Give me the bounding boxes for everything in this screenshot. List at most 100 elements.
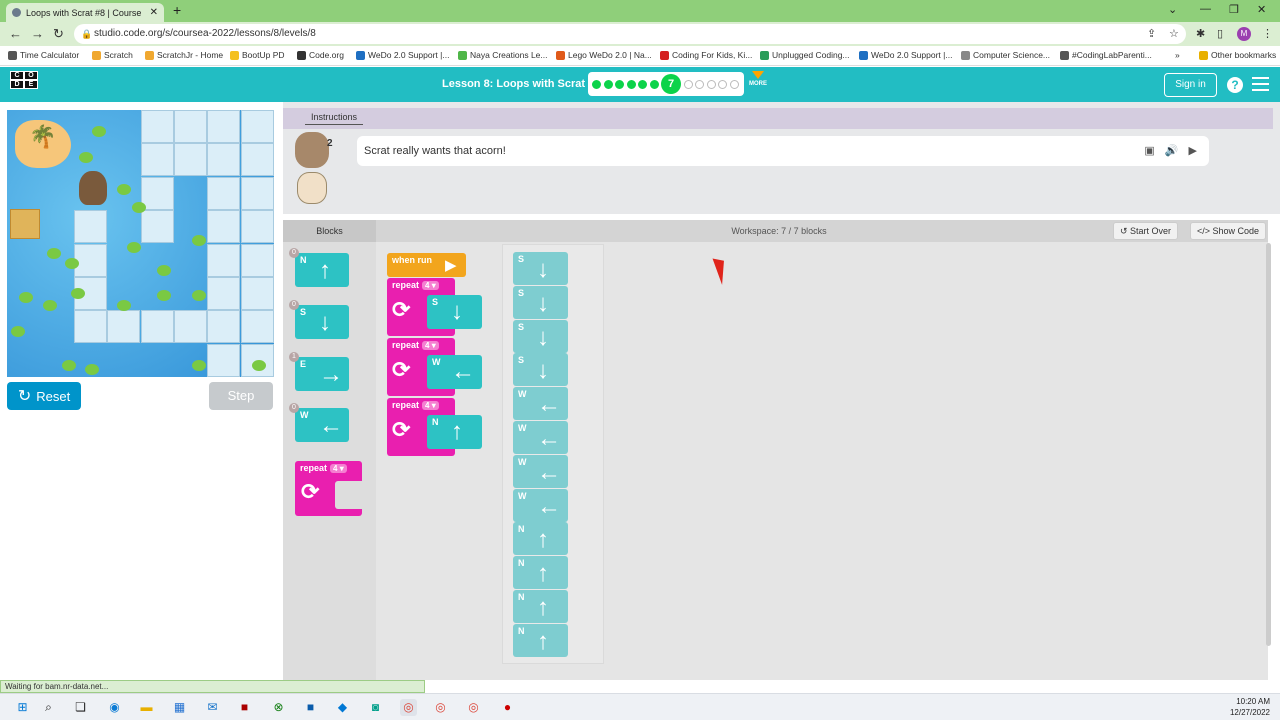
hamburger-menu-icon[interactable] xyxy=(1252,77,1269,91)
level-dot[interactable] xyxy=(718,79,727,89)
strip-move-block-w[interactable]: W ← xyxy=(513,421,568,454)
bookmark-item[interactable]: WeDo 2.0 Support |... xyxy=(859,50,952,60)
tab-instructions[interactable]: Instructions xyxy=(305,112,364,125)
back-icon[interactable]: ← xyxy=(9,26,22,41)
toolbox-move-block-w[interactable]: W ← xyxy=(295,408,349,442)
hint-count[interactable]: 2 xyxy=(327,138,333,149)
bookmark-item[interactable]: ScratchJr - Home xyxy=(145,50,223,60)
bookmark-item[interactable]: Lego WeDo 2.0 | Na... xyxy=(556,50,652,60)
start-over-button[interactable]: ↺ Start Over xyxy=(1113,222,1179,240)
bookmark-item[interactable]: #CodingLabParenti... xyxy=(1060,50,1152,60)
minimize-icon[interactable]: — xyxy=(1200,3,1211,15)
forward-icon[interactable]: → xyxy=(31,26,44,41)
profile-avatar[interactable]: M xyxy=(1237,27,1251,41)
bookmark-item[interactable]: Scratch xyxy=(92,50,133,60)
close-tab-icon[interactable]: ✕ xyxy=(150,7,158,18)
other-bookmarks[interactable]: Other bookmarks xyxy=(1199,50,1276,60)
sidebar-icon[interactable]: ▯ xyxy=(1217,27,1223,40)
code-org-logo[interactable]: C O D E xyxy=(10,71,38,99)
help-icon[interactable]: ? xyxy=(1227,77,1243,93)
repeat-count-dropdown[interactable]: 4 ▾ xyxy=(422,401,439,410)
app-icon[interactable]: ◆ xyxy=(334,699,351,716)
close-window-icon[interactable]: ✕ xyxy=(1257,3,1266,16)
level-dot[interactable] xyxy=(695,79,704,89)
reload-icon[interactable]: ↻ xyxy=(53,26,64,42)
extensions-icon[interactable]: ✱ xyxy=(1196,27,1205,40)
when-run-block[interactable]: when run ▶ xyxy=(387,253,466,277)
level-dot[interactable] xyxy=(592,79,601,89)
play-icon[interactable]: ▶ xyxy=(1189,136,1197,166)
url-input[interactable]: 🔒 studio.code.org/s/coursea-2022/lessons… xyxy=(74,24,1186,44)
chrome-icon[interactable]: ◎ xyxy=(465,699,482,716)
app-icon[interactable]: ◙ xyxy=(367,699,384,716)
show-code-button[interactable]: </> Show Code xyxy=(1190,222,1267,240)
bookmark-item[interactable]: Coding For Kids, Ki... xyxy=(660,50,752,60)
move-block-s[interactable]: S ↓ xyxy=(427,295,482,329)
repeat-count-dropdown[interactable]: 4 ▾ xyxy=(422,341,439,350)
app-icon[interactable]: ■ xyxy=(236,699,253,716)
bookmark-item[interactable]: WeDo 2.0 Support |... xyxy=(356,50,449,60)
toolbox-repeat-block[interactable]: repeat 4 ▾ ⟳ xyxy=(295,461,362,516)
bookmark-item[interactable]: Time Calculator xyxy=(8,50,79,60)
search-icon[interactable]: ⌕ xyxy=(40,699,57,716)
maximize-icon[interactable]: ❐ xyxy=(1229,3,1239,16)
new-tab-icon[interactable]: + xyxy=(173,2,181,18)
toolbox-move-block-e[interactable]: E → xyxy=(295,357,349,391)
app-icon[interactable]: ● xyxy=(499,699,516,716)
strip-move-block-n[interactable]: N ↑ xyxy=(513,590,568,623)
star-icon[interactable]: ☆ xyxy=(1169,27,1179,40)
move-block-n[interactable]: N ↑ xyxy=(427,415,482,449)
level-dot[interactable] xyxy=(603,79,613,89)
level-dot[interactable] xyxy=(626,79,636,89)
share-icon[interactable]: ⇪ xyxy=(1147,27,1156,40)
reset-button[interactable]: ↻ Reset xyxy=(7,382,81,410)
strip-move-block-n[interactable]: N ↑ xyxy=(513,623,568,657)
start-icon[interactable]: ⊞ xyxy=(14,699,31,716)
mail-icon[interactable]: ✉ xyxy=(204,699,221,716)
step-button[interactable]: Step xyxy=(209,382,273,410)
bookmark-item[interactable]: Unplugged Coding... xyxy=(760,50,850,60)
bookmark-item[interactable]: Code.org xyxy=(297,50,344,60)
level-dot[interactable] xyxy=(683,79,693,89)
clock[interactable]: 10:20 AM 12/27/2022 xyxy=(1230,696,1270,718)
kebab-menu-icon[interactable]: ⋮ xyxy=(1262,27,1273,40)
lesson-title[interactable]: Lesson 8: Loops with Scrat xyxy=(442,78,585,90)
toolbox-move-block-s[interactable]: S ↓ xyxy=(295,305,349,339)
strip-move-block-n[interactable]: N ↑ xyxy=(513,522,568,556)
file-explorer-icon[interactable]: ▬ xyxy=(138,699,155,716)
strip-move-block-s[interactable]: S ↓ xyxy=(513,319,568,353)
task-view-icon[interactable]: ❏ xyxy=(72,699,89,716)
xbox-icon[interactable]: ⊗ xyxy=(270,699,287,716)
level-dot[interactable] xyxy=(729,79,739,89)
strip-move-block-n[interactable]: N ↑ xyxy=(513,556,568,590)
browser-tab[interactable]: Loops with Scrat #8 | Course ✕ xyxy=(6,3,164,22)
move-block-w[interactable]: W ← xyxy=(427,355,482,389)
chrome-icon[interactable]: ◎ xyxy=(400,699,417,716)
strip-move-block-w[interactable]: W ← xyxy=(513,454,568,488)
strip-move-block-s[interactable]: S ↓ xyxy=(513,252,568,285)
bookmark-item[interactable]: Computer Science... xyxy=(961,50,1050,60)
workspace-scrollbar[interactable] xyxy=(1266,243,1271,646)
level-dot[interactable] xyxy=(649,79,659,89)
edge-icon[interactable]: ◉ xyxy=(106,699,123,716)
immersive-reader-icon[interactable]: ▣ xyxy=(1144,136,1154,166)
level-dot[interactable] xyxy=(638,79,647,89)
speaker-icon[interactable]: 🔊 xyxy=(1165,136,1179,166)
strip-move-block-w[interactable]: W ← xyxy=(513,488,568,522)
more-bookmarks-icon[interactable]: » xyxy=(1175,50,1180,60)
strip-move-block-s[interactable]: S ↓ xyxy=(513,353,568,387)
more-button[interactable]: MORE xyxy=(748,71,768,87)
repeat-count-dropdown[interactable]: 4 ▾ xyxy=(422,281,439,290)
chrome-icon[interactable]: ◎ xyxy=(432,699,449,716)
level-dot[interactable] xyxy=(615,79,624,89)
level-dot[interactable] xyxy=(706,79,716,89)
bookmark-item[interactable]: Naya Creations Le... xyxy=(458,50,547,60)
toolbox-move-block-n[interactable]: N ↑ xyxy=(295,253,349,287)
strip-move-block-s[interactable]: S ↓ xyxy=(513,285,568,319)
strip-move-block-w[interactable]: W ← xyxy=(513,387,568,421)
store-icon[interactable]: ▦ xyxy=(171,699,188,716)
chevron-down-icon[interactable]: ⌄ xyxy=(1168,3,1177,16)
current-level-dot[interactable]: 7 xyxy=(661,74,681,94)
sign-in-button[interactable]: Sign in xyxy=(1164,73,1217,97)
bookmark-item[interactable]: BootUp PD xyxy=(230,50,285,60)
